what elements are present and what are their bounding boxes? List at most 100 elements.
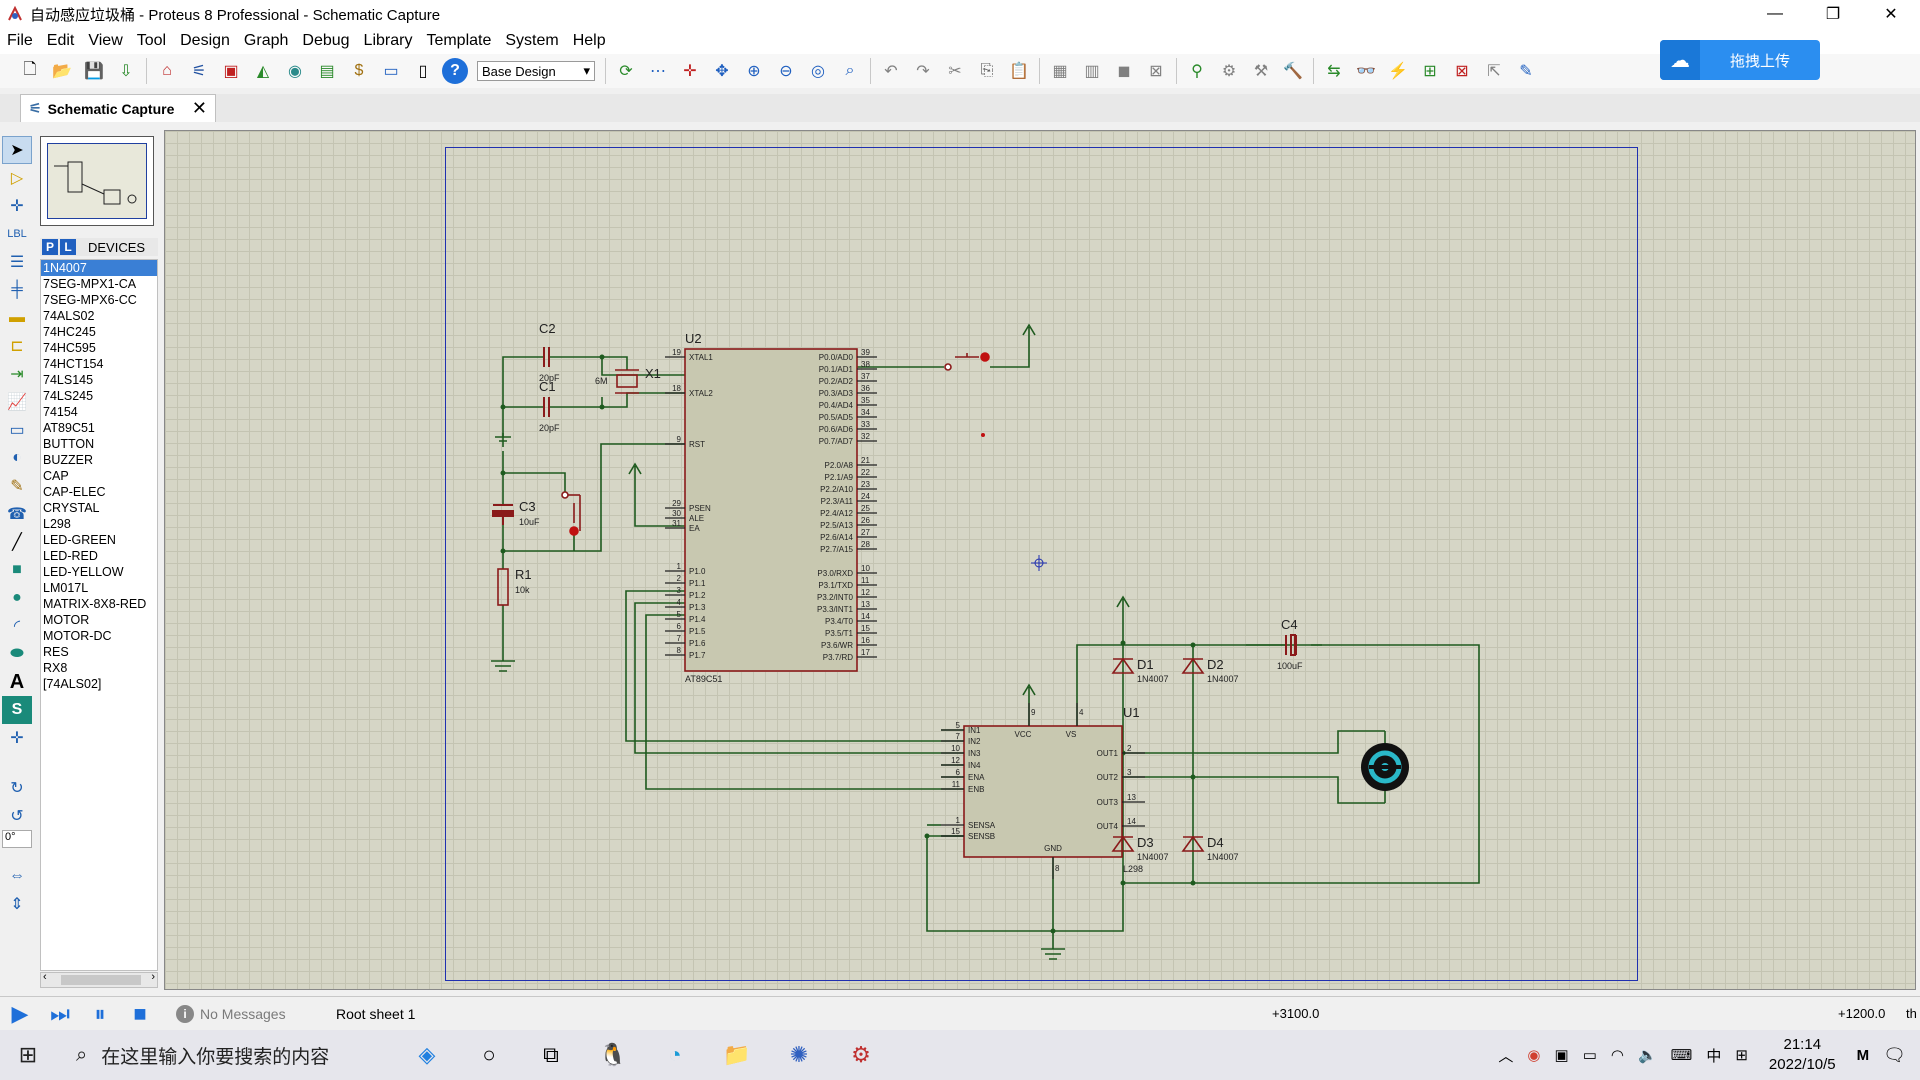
minimize-button[interactable]: — [1746, 0, 1804, 28]
edge-icon[interactable]: ◔ [644, 1030, 706, 1080]
device-item[interactable]: 74154 [41, 404, 157, 420]
network-card-icon[interactable]: ▣ [1555, 1046, 1569, 1064]
symbol-icon[interactable]: S [2, 696, 32, 724]
device-item[interactable]: 74ALS02 [41, 308, 157, 324]
netlist-icon[interactable]: ✎ [1513, 58, 1539, 84]
rotation-field[interactable]: 0° [2, 830, 32, 848]
selection-mode-icon[interactable]: ➤ [2, 136, 32, 164]
graph-icon[interactable]: 📈 [2, 388, 32, 416]
copy-icon[interactable]: ⎘ [974, 58, 1000, 84]
file-explorer-icon[interactable]: 📁 [706, 1030, 768, 1080]
isis-icon[interactable]: ✺ [768, 1030, 830, 1080]
menu-edit[interactable]: Edit [40, 32, 82, 50]
device-item[interactable]: BUTTON [41, 436, 157, 452]
mirror-horizontal-icon[interactable]: ⇔ [2, 862, 32, 890]
stop-simulation-icon[interactable]: ■ [120, 997, 160, 1031]
menu-graph[interactable]: Graph [237, 32, 295, 50]
device-item[interactable]: RES [41, 644, 157, 660]
ime-indicator[interactable]: 中 [1706, 1045, 1721, 1066]
volume-icon[interactable]: 🔈 [1638, 1046, 1657, 1064]
scrollbar-thumb[interactable] [61, 975, 141, 985]
notification-icon[interactable]: 🗨 [1883, 1045, 1906, 1066]
menu-file[interactable]: File [0, 32, 40, 50]
open-folder-icon[interactable]: 📂 [49, 58, 75, 84]
library-manager-button[interactable]: L [60, 239, 76, 255]
device-item[interactable]: MOTOR-DC [41, 628, 157, 644]
pan-icon[interactable]: ✥ [709, 58, 735, 84]
tab-schematic-capture[interactable]: ⚟ Schematic Capture ✕ [20, 94, 216, 122]
3d-view-icon[interactable]: ◭ [250, 58, 276, 84]
scroll-left-icon[interactable]: ‹ [43, 971, 47, 983]
new-file-icon[interactable]: 🗋 [17, 58, 43, 84]
help-icon[interactable]: ? [442, 58, 468, 84]
generator-icon[interactable]: ◐ [2, 444, 32, 472]
maximize-button[interactable]: ❐ [1804, 0, 1862, 28]
qq-icon[interactable]: 🐧 [582, 1030, 644, 1080]
windows-logo-icon[interactable]: M [1857, 1047, 1870, 1064]
device-item[interactable]: CAP [41, 468, 157, 484]
zoom-in-icon[interactable]: ⊕ [741, 58, 767, 84]
box-icon[interactable]: ■ [2, 556, 32, 584]
paste-icon[interactable]: 📋 [1006, 58, 1032, 84]
mirror-vertical-icon[interactable]: ⇕ [2, 890, 32, 918]
tape-recorder-icon[interactable]: ▭ [2, 416, 32, 444]
taskbar-clock[interactable]: 21:14 2022/10/5 [1769, 1035, 1836, 1075]
pick-device-icon[interactable]: ⚲ [1184, 58, 1210, 84]
proteus-taskbar-icon[interactable]: ⚙ [830, 1030, 892, 1080]
device-item[interactable]: 74HCT154 [41, 356, 157, 372]
design-select[interactable]: Base Design ▾ [477, 61, 595, 81]
text-script-icon[interactable]: ☰ [2, 248, 32, 276]
block-copy-icon[interactable]: ▦ [1047, 58, 1073, 84]
task-view-icon[interactable]: ⧉ [520, 1030, 582, 1080]
device-item[interactable]: LED-YELLOW [41, 564, 157, 580]
undo-icon[interactable]: ↶ [878, 58, 904, 84]
device-item[interactable]: LM017L [41, 580, 157, 596]
schematic-canvas[interactable]: C2 20pF C1 20pF X1 6M C3 10uF R1 10k U2 … [164, 130, 1916, 990]
search-tag-icon[interactable]: 👓 [1353, 58, 1379, 84]
device-item[interactable]: 74HC595 [41, 340, 157, 356]
zoom-all-icon[interactable]: ◎ [805, 58, 831, 84]
home-icon[interactable]: ⌂ [154, 58, 180, 84]
overview-window[interactable] [40, 136, 154, 226]
device-item[interactable]: CRYSTAL [41, 500, 157, 516]
menu-template[interactable]: Template [419, 32, 498, 50]
menu-library[interactable]: Library [357, 32, 420, 50]
make-device-icon[interactable]: ⚙ [1216, 58, 1242, 84]
circle-icon[interactable]: ● [2, 584, 32, 612]
menu-design[interactable]: Design [173, 32, 237, 50]
component-mode-icon[interactable]: ▷ [2, 164, 32, 192]
wire-label-icon[interactable]: LBL [2, 220, 32, 248]
device-item[interactable]: L298 [41, 516, 157, 532]
voltage-probe-icon[interactable]: ✎ [2, 472, 32, 500]
menu-tool[interactable]: Tool [130, 32, 173, 50]
cut-icon[interactable]: ✂ [942, 58, 968, 84]
wifi-icon[interactable]: ◠ [1611, 1046, 1624, 1064]
device-list-scrollbar[interactable]: ‹ › [40, 971, 158, 988]
tray-expand-icon[interactable]: ︿ [1498, 1045, 1513, 1066]
notes-icon[interactable]: ▯ [410, 58, 436, 84]
search-highlight-icon[interactable]: ◈ [396, 1030, 458, 1080]
grid-icon[interactable]: ⋯ [645, 58, 671, 84]
redo-icon[interactable]: ↷ [910, 58, 936, 84]
device-pins-icon[interactable]: ⇥ [2, 360, 32, 388]
device-item[interactable]: 1N4007 [41, 260, 157, 276]
remove-sheet-icon[interactable]: ⊠ [1449, 58, 1475, 84]
run-simulation-icon[interactable]: ▶ [0, 997, 40, 1031]
device-item[interactable]: CAP-ELEC [41, 484, 157, 500]
text-icon[interactable]: A [2, 668, 32, 696]
rotate-anticlockwise-icon[interactable]: ↺ [2, 802, 32, 830]
keyboard-icon[interactable]: ⌨ [1671, 1046, 1693, 1064]
device-item[interactable]: [74ALS02] [41, 676, 157, 692]
menu-view[interactable]: View [81, 32, 129, 50]
ime-mode-icon[interactable]: ⊞ [1735, 1046, 1748, 1064]
schematic-icon[interactable]: ⚟ [186, 58, 212, 84]
junction-dot-icon[interactable]: ✛ [2, 192, 32, 220]
refresh-icon[interactable]: ⟳ [613, 58, 639, 84]
exit-parent-icon[interactable]: ⇱ [1481, 58, 1507, 84]
new-sheet-icon[interactable]: ⊞ [1417, 58, 1443, 84]
menu-help[interactable]: Help [566, 32, 613, 50]
package-tool-icon[interactable]: ⚒ [1248, 58, 1274, 84]
pick-devices-button[interactable]: P [42, 239, 58, 255]
terminals-icon[interactable]: ⊏ [2, 332, 32, 360]
windows-start-icon[interactable]: ⊞ [0, 1030, 56, 1080]
